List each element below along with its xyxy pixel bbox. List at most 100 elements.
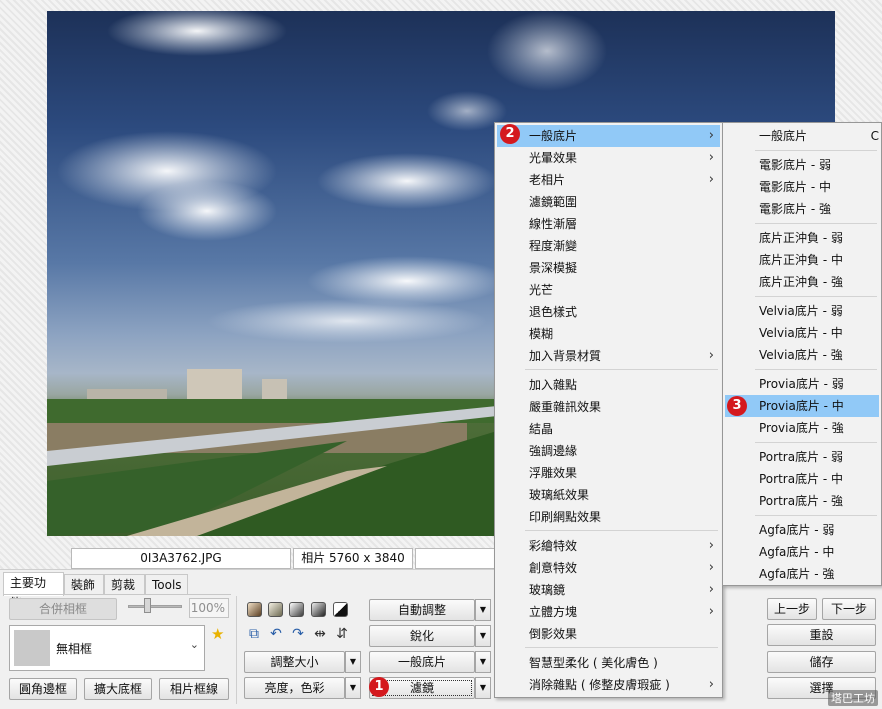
brightness-color-button[interactable]: 亮度，色彩 [244,677,345,699]
film-item-provia-weak[interactable]: Provia底片 - 弱 [725,373,879,395]
step-badge-3: 3 [727,396,747,416]
filter-dropdown-arrow[interactable]: ▼ [475,677,491,699]
tab-tools[interactable]: Tools [145,574,188,595]
film-item-velvia-medium[interactable]: Velvia底片 - 中 [725,322,879,344]
film-item-agfa-weak[interactable]: Agfa底片 - 弱 [725,519,879,541]
normal-film-dropdown-arrow[interactable]: ▼ [475,651,491,673]
flip-vertical-icon[interactable]: ⇵ [334,626,350,642]
menu-item-emboss[interactable]: 浮雕效果 [497,462,720,484]
save-button[interactable]: 儲存 [767,651,876,673]
tone-swatch-1[interactable] [247,602,262,617]
tab-decorate[interactable]: 裝飾 [64,574,104,595]
film-item-portra-medium[interactable]: Portra底片 - 中 [725,468,879,490]
menu-separator [525,530,718,531]
frame-thumbnail [14,630,50,666]
menu-item-remove-noise[interactable]: 消除雜點 ( 修整皮膚瑕疵 ) › [497,674,720,696]
menu-item-normal-film[interactable]: 一般底片 › [497,125,720,147]
normal-film-button[interactable]: 一般底片 [369,651,475,673]
menu-item-smart-soften[interactable]: 智慧型柔化 ( 美化膚色 ) [497,652,720,674]
resize-button[interactable]: 調整大小 [244,651,345,673]
sharpen-button[interactable]: 銳化 [369,625,475,647]
film-item-agfa-strong[interactable]: Agfa底片 - 強 [725,563,879,585]
auto-adjust-button[interactable]: 自動調整 [369,599,475,621]
menu-item-edges[interactable]: 強調邊緣 [497,440,720,462]
tone-swatch-4[interactable] [311,602,326,617]
tab-panel-border [3,594,231,595]
menu-item-linear-gradient[interactable]: 線性漸層 [497,213,720,235]
menu-item-creative[interactable]: 創意特效 › [497,557,720,579]
bottom-toolbar: 主要功能 裝飾 剪裁 Tools 合併相框 100% 無相框 ⌄ ★ 圓角邊框 … [0,569,882,709]
film-item-cinema-strong[interactable]: 電影底片 - 強 [725,198,879,220]
zoom-percent-field[interactable]: 100% [189,598,229,618]
tone-swatch-2[interactable] [268,602,283,617]
contrast-icon[interactable] [333,602,348,617]
tab-main[interactable]: 主要功能 [3,572,64,610]
menu-item-paint-effects[interactable]: 彩繪特效 › [497,535,720,557]
menu-item-halo[interactable]: 光暈效果 › [497,147,720,169]
expand-border-button[interactable]: 擴大底框 [84,678,152,700]
chevron-down-icon: ⌄ [189,638,199,651]
menu-item-rays[interactable]: 光芒 [497,279,720,301]
menu-item-crystal[interactable]: 結晶 [497,418,720,440]
chevron-right-icon: › [708,172,714,187]
film-item-cinema-medium[interactable]: 電影底片 - 中 [725,176,879,198]
menu-item-cellophane[interactable]: 玻璃紙效果 [497,484,720,506]
menu-item-old-photo[interactable]: 老相片 › [497,169,720,191]
step-badge-2: 2 [500,124,520,144]
film-item-velvia-weak[interactable]: Velvia底片 - 弱 [725,300,879,322]
frame-select[interactable]: 無相框 ⌄ [9,625,205,671]
menu-item-glass[interactable]: 玻璃鏡 › [497,579,720,601]
menu-item-reflection[interactable]: 倒影效果 [497,623,720,645]
menu-item-add-noise[interactable]: 加入雜點 [497,374,720,396]
zoom-slider-thumb[interactable] [144,598,151,613]
menu-item-depth-of-field[interactable]: 景深模擬 [497,257,720,279]
menu-separator [755,515,877,516]
menu-item-filter-range[interactable]: 濾鏡範圍 [497,191,720,213]
undo-button[interactable]: 上一步 [767,598,817,620]
film-item-cross-medium[interactable]: 底片正沖負 - 中 [725,249,879,271]
reset-button[interactable]: 重設 [767,624,876,646]
zoom-slider-track[interactable] [128,605,182,608]
menu-separator [525,369,718,370]
flip-icon[interactable]: ⇹ [312,626,328,642]
menu-item-cubes[interactable]: 立體方塊 › [497,601,720,623]
film-item-portra-strong[interactable]: Portra底片 - 強 [725,490,879,512]
chevron-right-icon: › [708,128,714,143]
menu-item-texture[interactable]: 加入背景材質 › [497,345,720,367]
menu-item-faded[interactable]: 退色樣式 [497,301,720,323]
menu-separator [755,369,877,370]
film-item-provia-strong[interactable]: Provia底片 - 強 [725,417,879,439]
menu-item-gradual[interactable]: 程度漸變 [497,235,720,257]
sharpen-dropdown-arrow[interactable]: ▼ [475,625,491,647]
rounded-border-button[interactable]: 圓角邊框 [9,678,77,700]
film-item-velvia-strong[interactable]: Velvia底片 - 強 [725,344,879,366]
tone-swatch-3[interactable] [289,602,304,617]
star-icon[interactable]: ★ [211,625,224,643]
dimensions-field: 相片 5760 x 3840 [293,548,413,569]
film-item-cross-strong[interactable]: 底片正沖負 - 強 [725,271,879,293]
menu-item-blur[interactable]: 模糊 [497,323,720,345]
film-item-cinema-weak[interactable]: 電影底片 - 弱 [725,154,879,176]
merge-frame-button[interactable]: 合併相框 [9,598,117,620]
brightness-dropdown-arrow[interactable]: ▼ [345,677,361,699]
chevron-right-icon: › [708,604,714,619]
film-item-cross-weak[interactable]: 底片正沖負 - 弱 [725,227,879,249]
menu-separator [755,296,877,297]
tab-crop[interactable]: 剪裁 [104,574,145,595]
photo-frame-line-button[interactable]: 相片框線 [159,678,229,700]
film-item-provia-medium[interactable]: Provia底片 - 中 [725,395,879,417]
film-item-agfa-medium[interactable]: Agfa底片 - 中 [725,541,879,563]
film-item-normal[interactable]: 一般底片 C [725,125,879,147]
menu-item-halftone[interactable]: 印刷網點效果 [497,506,720,528]
rotate-left-icon[interactable]: ↶ [268,626,284,642]
rotate-right-icon[interactable]: ↷ [290,626,306,642]
menu-item-heavy-noise[interactable]: 嚴重雜訊效果 [497,396,720,418]
auto-adjust-dropdown-arrow[interactable]: ▼ [475,599,491,621]
film-item-portra-weak[interactable]: Portra底片 - 弱 [725,446,879,468]
crop-icon[interactable]: ⧉ [246,626,262,642]
resize-dropdown-arrow[interactable]: ▼ [345,651,361,673]
watermark: 塔巴工坊 [828,690,878,706]
step-badge-1: 1 [369,677,389,697]
filename-field: 0I3A3762.JPG [71,548,291,569]
redo-button[interactable]: 下一步 [822,598,876,620]
